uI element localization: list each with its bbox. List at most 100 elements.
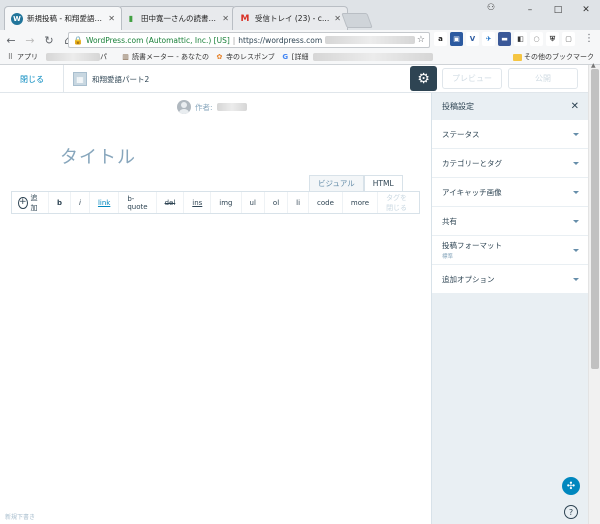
add-label: 追加 [30, 193, 38, 212]
redacted-bookmark [46, 53, 100, 61]
italic-button[interactable]: i [71, 192, 90, 213]
omnibox[interactable]: 🔒 WordPress.com (Automattic, Inc.) [US] … [68, 32, 430, 48]
preview-button[interactable]: プレビュー [442, 68, 502, 89]
sidebar-item-featured-image[interactable]: アイキャッチ画像 [432, 177, 589, 206]
redacted-author [216, 103, 247, 111]
orange-icon: ✿ [216, 53, 223, 61]
tab-html[interactable]: HTML [363, 175, 403, 191]
sidebar-sections: ステータス カテゴリーとタグ アイキャッチ画像 共有 投稿フォーマット 標準 追… [432, 119, 589, 293]
close-icon[interactable]: ✕ [108, 14, 115, 23]
author-selector[interactable]: 作者: [177, 100, 247, 114]
publish-button[interactable]: 公開 [508, 68, 578, 89]
close-window-button[interactable]: ✕ [572, 2, 600, 18]
site-name[interactable]: 和翔愛語パート2 [92, 74, 149, 85]
shield-icon[interactable]: ⛨ [546, 32, 559, 46]
bookmark-label: 寺のレスポンブ [225, 53, 275, 61]
amazon-icon[interactable]: a [434, 32, 447, 46]
close-tags-button[interactable]: タグを閉じる [378, 192, 419, 213]
bookmark-label: パ [100, 53, 107, 61]
bookmark-apps[interactable]: ⠿ アプリ [6, 52, 38, 62]
bookmark-google[interactable]: G [詳細 [281, 52, 309, 62]
del-button[interactable]: del [157, 192, 185, 213]
scrollbar-thumb[interactable] [591, 69, 599, 369]
chevron-down-icon [573, 161, 579, 165]
bookmark-bookmeter[interactable]: ▥ 読書メーター - あなたの [121, 52, 209, 62]
minimize-button[interactable]: – [516, 2, 544, 18]
bird-icon[interactable]: ✈ [482, 32, 495, 46]
post-title-input[interactable]: タイトル [60, 143, 136, 169]
avatar [177, 100, 191, 114]
tag-icon[interactable]: ◧ [514, 32, 527, 46]
editor-header: 閉じる ▦ 和翔愛語パート2 ⚙ プレビュー 公開 [0, 65, 600, 93]
other-bookmarks-label: その他のブックマーク [524, 53, 594, 61]
bars-icon: ▮ [128, 14, 134, 23]
google-icon: G [282, 53, 289, 61]
img-button[interactable]: img [211, 192, 242, 213]
author-label: 作者: [195, 102, 213, 112]
tab-title: 新規投稿 - 和翔愛語パート [27, 14, 104, 23]
address-bar-row: ← → ↻ ⌂ 🔒 WordPress.com (Automattic, Inc… [0, 30, 600, 50]
code-button[interactable]: code [309, 192, 343, 213]
menu-icon[interactable]: ⋮ [584, 33, 594, 44]
add-media-button[interactable]: + 追加 [12, 192, 49, 213]
window-controls: – □ ✕ [516, 2, 600, 18]
help-button[interactable]: ? [564, 505, 578, 519]
other-bookmarks[interactable]: その他のブックマーク [513, 52, 594, 62]
lifebuoy-icon: ✣ [566, 480, 576, 492]
page-scrollbar[interactable]: ▲ [588, 62, 600, 524]
sidebar-item-categories-tags[interactable]: カテゴリーとタグ [432, 148, 589, 177]
forward-button[interactable]: → [22, 32, 38, 48]
tab-title: 受信トレイ (23) - can.tana [255, 14, 330, 23]
bookmark-label: アプリ [17, 53, 38, 61]
sidebar-item-label: ステータス [442, 129, 480, 139]
tab-reading-summary[interactable]: ▮ 田中寛一さんの読書まとめ ✕ [118, 6, 236, 30]
cube-icon[interactable]: ▢ [562, 32, 575, 46]
tab-visual[interactable]: ビジュアル [309, 175, 364, 191]
site-icon: ▦ [73, 72, 87, 86]
gmail-icon: M [240, 13, 250, 24]
extension-icons: a ▣ V ✈ ▬ ◧ ○ ⛨ ▢ [434, 32, 575, 46]
bookmark-item[interactable]: パ [100, 52, 107, 62]
sidebar-item-sharing[interactable]: 共有 [432, 206, 589, 235]
sidebar-item-more-options[interactable]: 追加オプション [432, 264, 589, 293]
close-icon[interactable]: ✕ [334, 14, 341, 23]
sidebar-item-sublabel: 標準 [442, 254, 454, 260]
more-button[interactable]: more [343, 192, 379, 213]
blockquote-button[interactable]: b-quote [119, 192, 157, 213]
maximize-button[interactable]: □ [544, 2, 572, 18]
close-editor-link[interactable]: 閉じる [20, 74, 44, 85]
v-extension-icon[interactable]: V [466, 32, 479, 46]
link-button[interactable]: link [90, 192, 120, 213]
bookmark-temple[interactable]: ✿ 寺のレスポンブ [215, 52, 275, 62]
ins-button[interactable]: ins [184, 192, 212, 213]
reload-button[interactable]: ↻ [41, 32, 57, 48]
star-icon[interactable]: ☆ [417, 35, 425, 45]
sidebar-item-status[interactable]: ステータス [432, 119, 589, 148]
extension-icon[interactable]: ▣ [450, 32, 463, 46]
sidebar-item-post-format[interactable]: 投稿フォーマット 標準 [432, 235, 589, 264]
close-icon[interactable]: ✕ [222, 14, 229, 23]
tab-new-post[interactable]: W 新規投稿 - 和翔愛語パート ✕ [4, 6, 122, 30]
sidebar-item-label: 追加オプション [442, 274, 495, 284]
sidebar-item-label: カテゴリーとタグ [442, 158, 502, 168]
user-profile-icon[interactable]: ⚇ [487, 3, 495, 13]
tab-inbox[interactable]: M 受信トレイ (23) - can.tana ✕ [232, 6, 348, 30]
f-extension-icon[interactable]: ▬ [498, 32, 511, 46]
li-button[interactable]: li [288, 192, 310, 213]
back-button[interactable]: ← [3, 32, 19, 48]
bookmarks-bar: ⠿ アプリ パ ▥ 読書メーター - あなたの ✿ 寺のレスポンブ G [詳細 … [0, 50, 600, 65]
close-icon[interactable]: ✕ [571, 101, 579, 112]
ul-button[interactable]: ul [242, 192, 265, 213]
new-tab-button[interactable] [341, 13, 373, 28]
post-settings-sidebar: 投稿設定 ✕ ステータス カテゴリーとタグ アイキャッチ画像 共有 投稿フォーマ… [431, 93, 589, 524]
ol-button[interactable]: ol [265, 192, 289, 213]
scroll-up-icon[interactable]: ▲ [591, 62, 596, 69]
inline-help-button[interactable]: ✣ [562, 477, 580, 495]
settings-gear-button[interactable]: ⚙ [410, 66, 437, 91]
tab-title: 田中寛一さんの読書まとめ [141, 14, 218, 23]
bookmark-label: [詳細 [291, 53, 309, 61]
bold-button[interactable]: b [49, 192, 72, 213]
circle-icon[interactable]: ○ [530, 32, 543, 46]
sidebar-item-label: 共有 [442, 216, 457, 226]
bookmark-label: 読書メーター - あなたの [132, 53, 209, 61]
